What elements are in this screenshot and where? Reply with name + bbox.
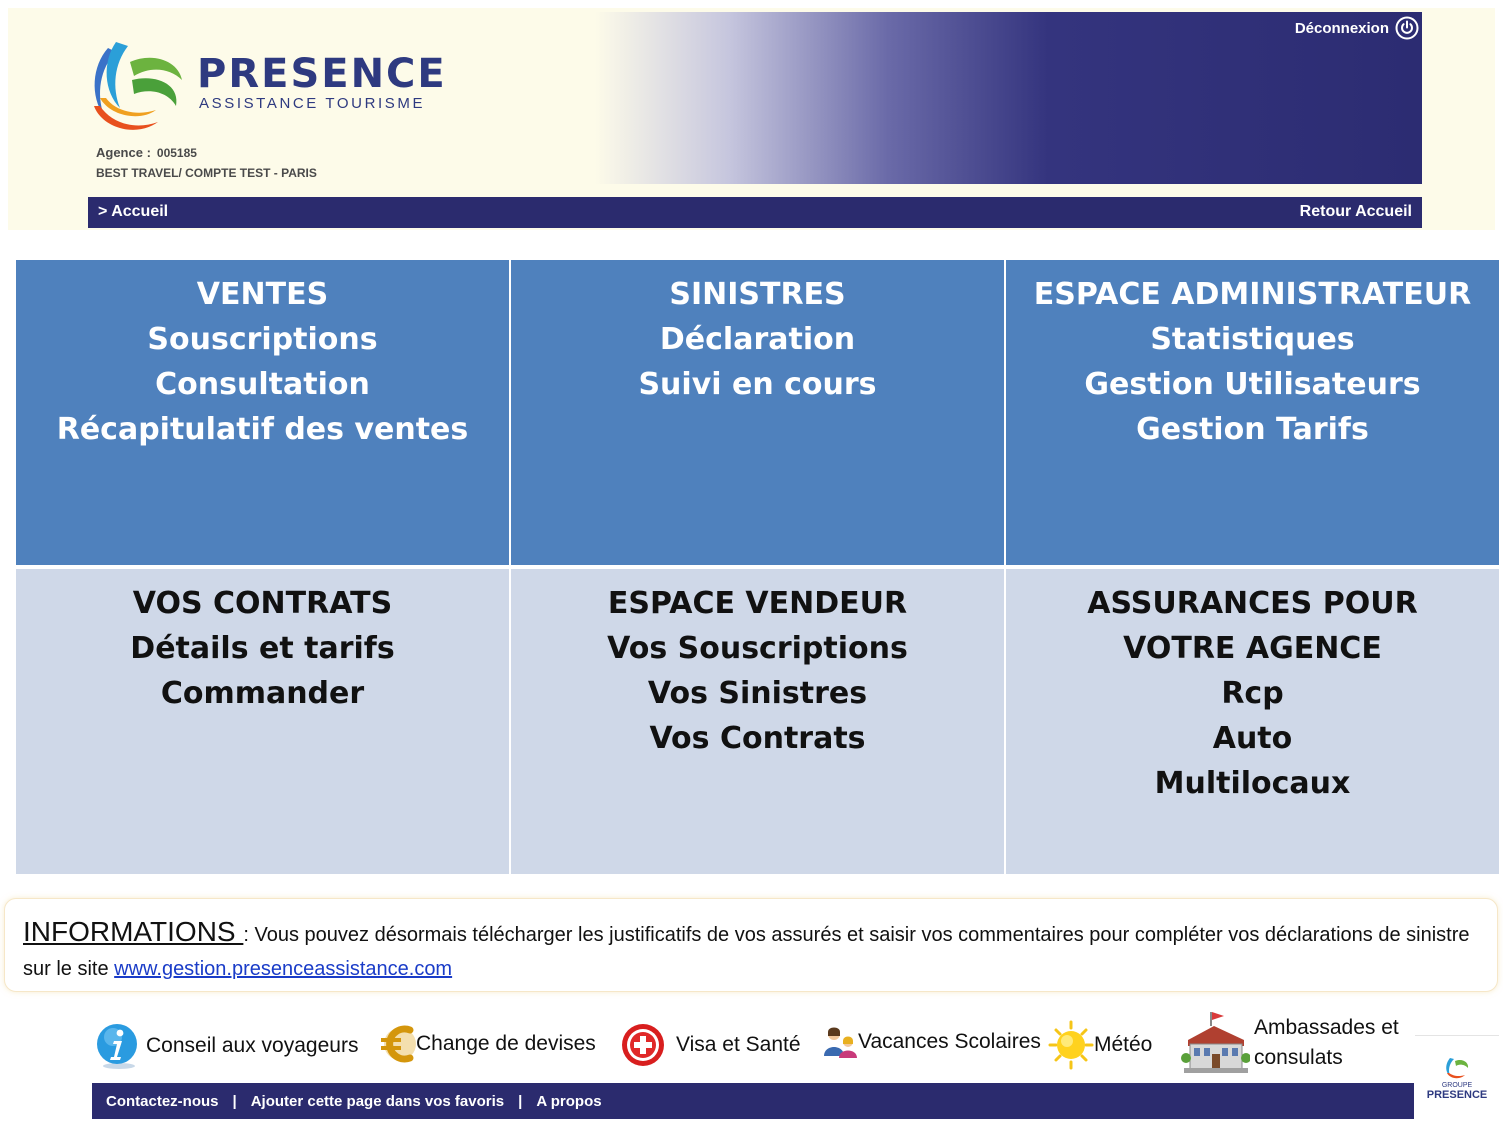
agency-name: BEST TRAVEL/ COMPTE TEST - PARIS	[96, 166, 317, 180]
link-declaration[interactable]: Déclaration	[660, 317, 855, 362]
tool-change-label: Change de devises	[416, 1032, 596, 1055]
tool-visa-label: Visa et Santé	[676, 1033, 801, 1056]
info-link[interactable]: www.gestion.presenceassistance.com	[114, 958, 452, 980]
medical-cross-icon	[622, 1024, 664, 1066]
link-suivi-en-cours[interactable]: Suivi en cours	[638, 362, 876, 407]
tool-meteo-label: Météo	[1094, 1033, 1153, 1056]
tool-meteo[interactable]: Météo	[1048, 1020, 1152, 1070]
link-vos-contrats[interactable]: Vos Contrats	[649, 716, 865, 761]
section-sinistres: SINISTRES Déclaration Suivi en cours	[511, 260, 1004, 565]
tools-bar: Conseil aux voyageurs Change de devises …	[0, 1008, 1415, 1082]
tool-vacances-scolaires[interactable]: Vacances Scolaires	[822, 1022, 1041, 1062]
nav-bar: > Accueil Retour Accueil	[88, 197, 1422, 228]
tool-ambassades-label: Ambassades et consulats	[1254, 1013, 1399, 1073]
footer-separator: |	[232, 1092, 237, 1110]
info-title: INFORMATIONS	[23, 916, 244, 947]
logo-subtitle: ASSISTANCE TOURISME	[199, 95, 426, 112]
agency-label: Agence :	[96, 145, 151, 160]
groupe-presence-logo: GROUPE PRESENCE	[1415, 1035, 1499, 1119]
agency-code: 005185	[156, 146, 197, 160]
tool-visa-sante[interactable]: Visa et Santé	[620, 1022, 801, 1068]
section-title: ASSURANCES POUR VOTRE AGENCE	[1087, 586, 1418, 666]
power-icon	[1395, 16, 1419, 40]
link-consultation[interactable]: Consultation	[155, 362, 370, 407]
footer-contact-link[interactable]: Contactez-nous	[106, 1093, 219, 1110]
link-commander[interactable]: Commander	[161, 671, 364, 716]
groupe-name: PRESENCE	[1426, 1089, 1488, 1101]
info-box: INFORMATIONS : Vous pouvez désormais tél…	[4, 898, 1498, 992]
tool-change-devises[interactable]: Change de devises	[380, 1022, 596, 1066]
section-title: ESPACE VENDEUR	[607, 586, 908, 621]
link-statistiques[interactable]: Statistiques	[1150, 317, 1354, 362]
tool-ambassades-consulats[interactable]: Ambassades et consulats	[1180, 1010, 1399, 1076]
link-auto[interactable]: Auto	[1213, 716, 1293, 761]
euro-icon	[381, 1025, 416, 1063]
groupe-swirl-icon	[1446, 1058, 1469, 1079]
section-title: SINISTRES	[669, 277, 846, 312]
family-icon	[824, 1027, 857, 1058]
footer-separator: |	[518, 1092, 523, 1110]
link-vos-souscriptions[interactable]: Vos Souscriptions	[607, 626, 908, 671]
logout-button[interactable]: Déconnexion	[1295, 16, 1419, 40]
section-espace-administrateur: ESPACE ADMINISTRATEUR Statistiques Gesti…	[1006, 260, 1499, 565]
link-souscriptions[interactable]: Souscriptions	[147, 317, 377, 362]
groupe-label: GROUPE	[1441, 1082, 1473, 1089]
section-title: VOS CONTRATS	[132, 586, 393, 621]
link-gestion-utilisateurs[interactable]: Gestion Utilisateurs	[1084, 362, 1420, 407]
sun-icon	[1048, 1020, 1094, 1070]
logout-label: Déconnexion	[1294, 19, 1389, 37]
link-recapitulatif-ventes[interactable]: Récapitulatif des ventes	[57, 407, 469, 452]
logo-swirl-icon	[94, 42, 182, 130]
link-multilocaux[interactable]: Multilocaux	[1155, 761, 1351, 806]
link-details-tarifs[interactable]: Détails et tarifs	[130, 626, 394, 671]
section-ventes: VENTES Souscriptions Consultation Récapi…	[16, 260, 509, 565]
section-title: VENTES	[196, 277, 329, 312]
tool-conseil-label: Conseil aux voyageurs	[146, 1034, 359, 1057]
breadcrumb[interactable]: > Accueil	[98, 203, 168, 221]
link-rcp[interactable]: Rcp	[1221, 671, 1283, 716]
building-icon	[1181, 1012, 1250, 1073]
footer-favoris-link[interactable]: Ajouter cette page dans vos favoris	[251, 1093, 504, 1110]
section-title: ESPACE ADMINISTRATEUR	[1033, 277, 1472, 312]
tool-ambassades-line1: Ambassades et	[1254, 1016, 1399, 1039]
tool-ambassades-line2: consulats	[1254, 1046, 1343, 1069]
link-gestion-tarifs[interactable]: Gestion Tarifs	[1136, 407, 1369, 452]
home-link[interactable]: Retour Accueil	[1300, 203, 1412, 221]
section-assurances-agence: ASSURANCES POUR VOTRE AGENCE Rcp Auto Mu…	[1006, 569, 1499, 874]
info-icon	[97, 1024, 137, 1069]
logo-title: PRESENCE	[197, 51, 447, 97]
footer-apropos-link[interactable]: A propos	[536, 1093, 601, 1110]
tool-conseil-voyageurs[interactable]: Conseil aux voyageurs	[96, 1022, 358, 1070]
footer-bar: Contactez-nous | Ajouter cette page dans…	[92, 1083, 1414, 1119]
agency-line: Agence : 005185	[96, 145, 197, 161]
tool-vacances-label: Vacances Scolaires	[858, 1030, 1041, 1053]
section-vos-contrats: VOS CONTRATS Détails et tarifs Commander	[16, 569, 509, 874]
link-vos-sinistres[interactable]: Vos Sinistres	[648, 671, 867, 716]
sections-grid: VENTES Souscriptions Consultation Récapi…	[16, 260, 1499, 874]
section-espace-vendeur: ESPACE VENDEUR Vos Souscriptions Vos Sin…	[511, 569, 1004, 874]
